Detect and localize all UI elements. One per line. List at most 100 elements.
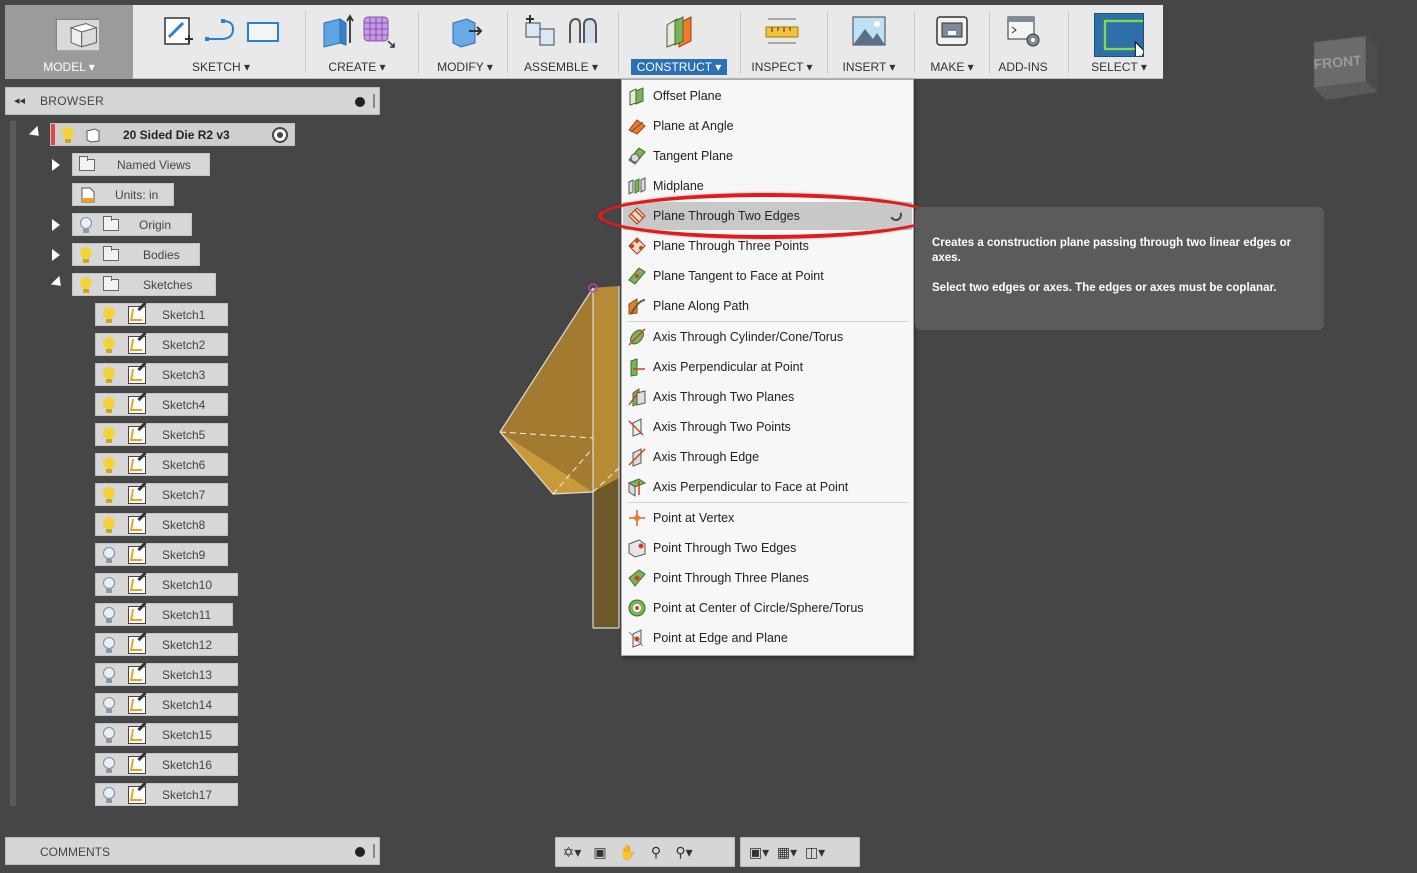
- menu-item-point-at-edge-and-plane[interactable]: Point at Edge and Plane: [623, 624, 912, 652]
- sketch-menu[interactable]: SKETCH ▾: [138, 5, 304, 79]
- extrude-icon: [323, 14, 354, 48]
- menu-item-axis-through-edge[interactable]: Axis Through Edge: [623, 443, 912, 471]
- visibility-bulb-icon[interactable]: [79, 216, 93, 233]
- sketch-item[interactable]: Sketch2: [95, 333, 228, 356]
- sketch-item[interactable]: Sketch15: [95, 723, 238, 746]
- visibility-bulb-icon[interactable]: [102, 336, 116, 353]
- comments-add-icon[interactable]: [355, 847, 365, 857]
- sketch-item[interactable]: Sketch7: [95, 483, 228, 506]
- look-at-icon[interactable]: ▣: [588, 842, 612, 862]
- visibility-bulb-icon[interactable]: [102, 756, 116, 773]
- visibility-bulb-icon[interactable]: [102, 636, 116, 653]
- visibility-bulb-icon[interactable]: [102, 516, 116, 533]
- sketch-item[interactable]: Sketch11: [95, 603, 233, 626]
- sketch-item[interactable]: Sketch4: [95, 393, 228, 416]
- workspace-model-button[interactable]: MODEL ▾: [5, 5, 133, 79]
- menu-item-plane-at-angle[interactable]: Plane at Angle: [623, 112, 912, 140]
- visibility-bulb-icon[interactable]: [102, 396, 116, 413]
- root-component[interactable]: 20 Sided Die R2 v3: [50, 123, 295, 146]
- add-ins-menu[interactable]: ADD-INS: [991, 5, 1055, 79]
- menu-item-tangent-plane[interactable]: Tangent Plane: [623, 142, 912, 170]
- menu-item-axis-through-cylinder[interactable]: Axis Through Cylinder/Cone/Torus: [623, 323, 912, 351]
- sketch-item[interactable]: Sketch14: [95, 693, 238, 716]
- browser-header[interactable]: ◂◂ BROWSER: [5, 87, 380, 115]
- insert-menu[interactable]: INSERT ▾: [829, 5, 909, 79]
- sketch-item[interactable]: Sketch16: [95, 753, 238, 776]
- orbit-icon[interactable]: ✡▾: [560, 842, 584, 862]
- assemble-menu[interactable]: ASSEMBLE ▾: [509, 5, 613, 79]
- visibility-bulb-icon[interactable]: [102, 666, 116, 683]
- select-menu[interactable]: SELECT ▾: [1079, 5, 1159, 79]
- bodies-folder[interactable]: Bodies: [72, 243, 200, 266]
- visibility-bulb-icon[interactable]: [79, 246, 93, 263]
- visibility-bulb-icon[interactable]: [61, 126, 75, 143]
- expand-bodies-icon[interactable]: [52, 249, 60, 261]
- menu-item-axis-through-two-planes[interactable]: Axis Through Two Planes: [623, 383, 912, 411]
- model-canvas-geometry[interactable]: [495, 278, 625, 638]
- sketch-item[interactable]: Sketch5: [95, 423, 228, 446]
- named-views-folder[interactable]: Named Views: [72, 153, 210, 176]
- menu-item-point-at-vertex[interactable]: Point at Vertex: [623, 504, 912, 532]
- sketches-folder[interactable]: Sketches: [72, 273, 216, 296]
- point-center-icon: [628, 599, 646, 617]
- sketch-item[interactable]: Sketch9: [95, 543, 228, 566]
- visibility-bulb-icon[interactable]: [102, 696, 116, 713]
- menu-item-point-through-two-edges[interactable]: Point Through Two Edges: [623, 534, 912, 562]
- menu-item-offset-plane[interactable]: Offset Plane: [623, 82, 912, 110]
- units-node[interactable]: Units: in: [72, 183, 174, 206]
- browser-pin-icon[interactable]: [355, 97, 365, 107]
- browser-scrollbar[interactable]: [10, 121, 16, 806]
- visibility-bulb-icon[interactable]: [79, 276, 93, 293]
- expand-root-icon[interactable]: [28, 125, 44, 141]
- menu-item-axis-through-two-points[interactable]: Axis Through Two Points: [623, 413, 912, 441]
- construct-menu-button[interactable]: CONSTRUCT ▾: [620, 5, 738, 79]
- visibility-bulb-icon[interactable]: [102, 456, 116, 473]
- modify-menu[interactable]: MODIFY ▾: [420, 5, 510, 79]
- grid-settings-icon[interactable]: ▦▾: [775, 842, 799, 862]
- fit-icon[interactable]: ⚲▾: [672, 842, 696, 862]
- menu-item-plane-tangent-to-face-at-point[interactable]: Plane Tangent to Face at Point: [623, 262, 912, 290]
- visibility-bulb-icon[interactable]: [102, 726, 116, 743]
- sketch-item[interactable]: Sketch12: [95, 633, 238, 656]
- zoom-icon[interactable]: ⚲: [644, 842, 668, 862]
- menu-item-point-at-center[interactable]: Point at Center of Circle/Sphere/Torus: [623, 594, 912, 622]
- sketch-item[interactable]: Sketch3: [95, 363, 228, 386]
- menu-item-point-through-three-planes[interactable]: Point Through Three Planes: [623, 564, 912, 592]
- sketch-item[interactable]: Sketch8: [95, 513, 228, 536]
- comments-resize-handle[interactable]: [373, 844, 375, 858]
- browser-resize-handle[interactable]: [373, 94, 375, 108]
- visibility-bulb-icon[interactable]: [102, 546, 116, 563]
- display-settings-icon[interactable]: ▣▾: [747, 842, 771, 862]
- make-menu[interactable]: MAKE ▾: [916, 5, 988, 79]
- sketch-item[interactable]: Sketch13: [95, 663, 238, 686]
- sketch-item[interactable]: Sketch6: [95, 453, 228, 476]
- create-menu[interactable]: CREATE ▾: [307, 5, 407, 79]
- pan-icon[interactable]: ✋: [616, 842, 640, 862]
- activate-radio-icon[interactable]: [272, 126, 288, 143]
- menu-item-axis-perpendicular-at-point[interactable]: Axis Perpendicular at Point: [623, 353, 912, 381]
- viewports-icon[interactable]: ◫▾: [803, 842, 827, 862]
- sketch-item[interactable]: Sketch10: [95, 573, 238, 596]
- visibility-bulb-icon[interactable]: [102, 366, 116, 383]
- expand-named-views-icon[interactable]: [52, 159, 60, 171]
- visibility-bulb-icon[interactable]: [102, 426, 116, 443]
- sketch-item[interactable]: Sketch17: [95, 783, 238, 806]
- visibility-bulb-icon[interactable]: [102, 486, 116, 503]
- origin-folder[interactable]: Origin: [72, 213, 192, 236]
- sketch-item[interactable]: Sketch1: [95, 303, 228, 326]
- menu-item-plane-along-path[interactable]: Plane Along Path: [623, 292, 912, 320]
- plane-three-points-icon: [628, 237, 646, 255]
- inspect-menu[interactable]: INSPECT ▾: [742, 5, 822, 79]
- collapse-sketches-icon[interactable]: [50, 275, 66, 291]
- comments-panel-header[interactable]: COMMENTS: [5, 837, 380, 865]
- visibility-bulb-icon[interactable]: [102, 576, 116, 593]
- menu-item-axis-perpendicular-to-face[interactable]: Axis Perpendicular to Face at Point: [623, 473, 912, 501]
- visibility-bulb-icon[interactable]: [102, 606, 116, 623]
- expand-origin-icon[interactable]: [52, 219, 60, 231]
- menu-item-label: Axis Through Cylinder/Cone/Torus: [653, 330, 844, 344]
- view-cube[interactable]: FRONT: [1308, 28, 1384, 102]
- browser-collapse-icon[interactable]: ◂◂: [14, 94, 25, 107]
- visibility-bulb-icon[interactable]: [102, 306, 116, 323]
- visibility-bulb-icon[interactable]: [102, 786, 116, 803]
- menu-item-label: Point at Edge and Plane: [653, 631, 788, 645]
